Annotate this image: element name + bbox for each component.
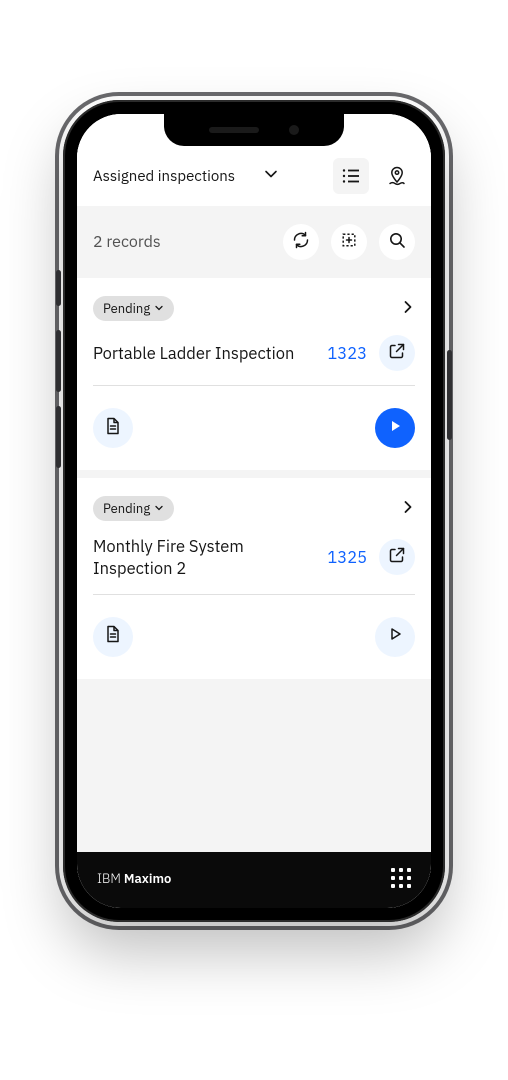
status-label: Pending [103, 500, 150, 517]
banner-actions [283, 224, 415, 260]
inspection-title: Portable Ladder Inspection [93, 342, 315, 364]
play-icon [387, 418, 403, 439]
brand-name: Maximo [124, 870, 171, 887]
empty-area [77, 679, 431, 852]
inspection-card: Pending Monthly Fire System Inspection 2… [77, 478, 431, 679]
side-button [447, 350, 452, 440]
status-pill[interactable]: Pending [93, 296, 174, 321]
open-external-button[interactable] [379, 539, 415, 575]
brand-label: IBM Maximo [97, 870, 171, 887]
open-external-icon [388, 546, 406, 569]
app-switcher-button[interactable] [391, 868, 411, 888]
batch-icon [339, 230, 359, 255]
record-count: 2 records [93, 232, 161, 252]
app-footer: IBM Maximo [77, 852, 431, 908]
phone-screen: Assigned inspections [77, 114, 431, 908]
chevron-down-icon [154, 300, 164, 317]
phone-notch [164, 114, 344, 146]
form-button[interactable] [93, 408, 133, 448]
side-button [56, 270, 61, 306]
card-separator [77, 470, 431, 478]
inspection-id-link[interactable]: 1325 [327, 546, 367, 568]
card-disclosure[interactable] [401, 299, 415, 319]
view-toggle [333, 158, 415, 194]
map-view-button[interactable] [379, 158, 415, 194]
brand-prefix: IBM [97, 870, 124, 887]
refresh-button[interactable] [283, 224, 319, 260]
inspection-id-link[interactable]: 1323 [327, 342, 367, 364]
front-camera [289, 125, 299, 135]
map-pin-icon [386, 165, 408, 187]
list-icon [340, 165, 362, 187]
search-icon [387, 230, 407, 255]
records-banner: 2 records [77, 206, 431, 278]
open-external-icon [388, 342, 406, 365]
app-viewport: Assigned inspections [77, 114, 431, 908]
search-button[interactable] [379, 224, 415, 260]
batch-select-button[interactable] [331, 224, 367, 260]
status-label: Pending [103, 300, 150, 317]
start-inspection-button[interactable] [375, 408, 415, 448]
open-external-button[interactable] [379, 335, 415, 371]
list-view-button[interactable] [333, 158, 369, 194]
form-button[interactable] [93, 617, 133, 657]
speaker [209, 127, 259, 133]
scope-dropdown[interactable]: Assigned inspections [93, 166, 279, 187]
refresh-icon [291, 230, 311, 255]
card-disclosure[interactable] [401, 499, 415, 519]
side-button [56, 406, 61, 468]
inspection-card: Pending Portable Ladder Inspection 1323 [77, 278, 431, 470]
inspection-title: Monthly Fire System Inspection 2 [93, 535, 315, 580]
document-icon [103, 416, 123, 441]
scope-dropdown-label: Assigned inspections [93, 167, 235, 186]
side-button [56, 330, 61, 392]
start-inspection-button[interactable] [375, 617, 415, 657]
play-icon [387, 626, 403, 647]
phone-mockup: Assigned inspections [63, 100, 445, 922]
document-icon [103, 624, 123, 649]
chevron-down-icon [154, 500, 164, 517]
chevron-down-icon [263, 166, 279, 187]
status-pill[interactable]: Pending [93, 496, 174, 521]
